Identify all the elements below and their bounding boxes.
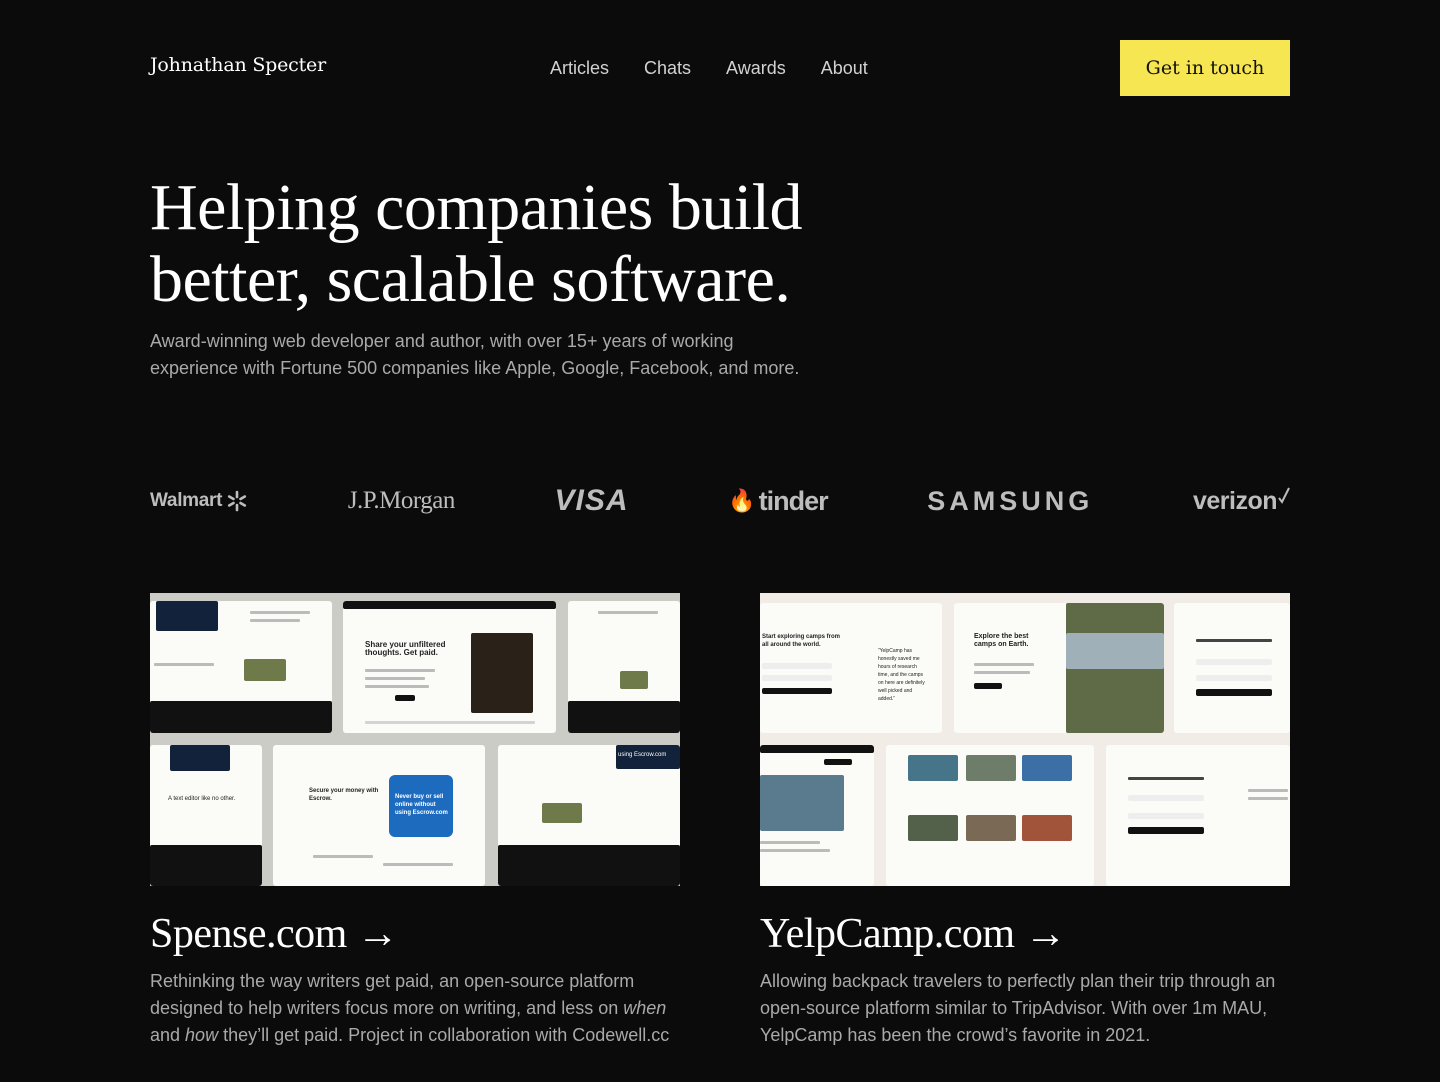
yelpcamp-title-link[interactable]: YelpCamp.com → (760, 910, 1067, 958)
yelpcamp-description: Allowing backpack travelers to perfectly… (760, 971, 1276, 1045)
hero-title: Helping companies build better, scalable… (150, 172, 910, 316)
mock-mountain-photo (760, 775, 844, 831)
yelp-detail-panel (760, 745, 874, 886)
mock-secure-text: Secure your money with Escrow. (309, 788, 379, 802)
samsung-logo: SAMSUNG (927, 485, 1094, 516)
nav-about[interactable]: About (821, 58, 868, 79)
mock-headline: Share your unfiltered thoughts. Get paid… (365, 640, 446, 657)
yelp-signin-panel: Start exploring camps from all around th… (760, 603, 942, 733)
main-nav: Articles Chats Awards About (550, 58, 868, 79)
walmart-spark-icon (228, 490, 247, 512)
checkmark-icon (1278, 487, 1290, 504)
mock-banner (156, 601, 218, 631)
mock-quote-text: “YelpCamp has honestly saved me hours of… (878, 648, 925, 702)
verizon-wordmark: verizon (1192, 486, 1278, 515)
yelp-hero-panel: Explore the best camps on Earth. (954, 603, 1164, 733)
spense-side-panel (568, 601, 680, 733)
spense-title-link[interactable]: Spense.com → (150, 910, 399, 958)
spense-thumbnail[interactable]: Share your unfiltered thoughts. Get paid… (150, 593, 680, 886)
mock-explore-text: Explore the best camps on Earth. (974, 633, 1029, 648)
spense-editor-panel: A text editor like no other. (150, 745, 262, 886)
yelp-login-panel (1106, 745, 1290, 886)
nav-awards[interactable]: Awards (726, 58, 786, 79)
hero-title-line-2: better, scalable software. (150, 243, 791, 316)
page: Johnathan Specter Articles Chats Awards … (150, 0, 1290, 1082)
walmart-logo: Walmart (150, 490, 248, 512)
project-card-spense[interactable]: Share your unfiltered thoughts. Get paid… (150, 593, 680, 1045)
spense-desc-em-when: when (623, 998, 667, 1018)
spense-desc-em-how: how (185, 1025, 219, 1045)
spense-desc-part: Rethinking the way writers get paid, an … (150, 971, 635, 1018)
spense-escrow-panel: Secure your money with Escrow. Never buy… (273, 745, 485, 886)
mock-escrow-label: using Escrow.com (618, 752, 667, 758)
flame-icon: 🔥 (728, 488, 755, 513)
hero-subtitle: Award-winning web developer and author, … (150, 331, 800, 378)
nav-chats[interactable]: Chats (644, 58, 691, 79)
jpmorgan-logo: J.P.Morgan (347, 487, 456, 514)
hero-title-line-1: Helping companies build (150, 171, 803, 244)
walmart-wordmark: Walmart (150, 490, 223, 511)
client-logos: Walmart J.P.Morgan VISA 🔥 tinder SAMSUNG… (150, 476, 1290, 526)
spense-footer-panel: using Escrow.com (498, 745, 680, 886)
mock-editor-text: A text editor like no other. (168, 796, 236, 802)
mock-escrow-text: Never buy or sell online without using E… (395, 794, 448, 816)
brand-logo[interactable]: Johnathan Specter (150, 54, 326, 76)
get-in-touch-button[interactable]: Get in touch (1120, 40, 1290, 96)
spense-mock-panel (150, 601, 332, 733)
spense-desc-part: and (150, 1025, 186, 1045)
visa-logo: VISA (554, 484, 629, 517)
project-card-yelpcamp[interactable]: Start exploring camps from all around th… (760, 593, 1290, 1045)
spense-desc-part: they’ll get paid. Project in collaborati… (218, 1025, 670, 1045)
tinder-logo: 🔥 tinder (728, 485, 829, 517)
mock-landscape-image (244, 659, 286, 681)
mock-start-text: Start exploring camps from all around th… (762, 634, 841, 648)
yelpcamp-thumbnail[interactable]: Start exploring camps from all around th… (760, 593, 1290, 886)
mock-photo (471, 633, 533, 713)
spense-hero-panel: Share your unfiltered thoughts. Get paid… (343, 601, 556, 733)
spense-description: Rethinking the way writers get paid, an … (150, 968, 680, 1049)
yelp-grid-panel (886, 745, 1094, 886)
yelp-signup-panel (1174, 603, 1290, 733)
verizon-logo: verizon (1193, 487, 1290, 516)
mock-footer (150, 701, 332, 733)
nav-articles[interactable]: Articles (550, 58, 609, 79)
tinder-wordmark: tinder (758, 485, 829, 516)
